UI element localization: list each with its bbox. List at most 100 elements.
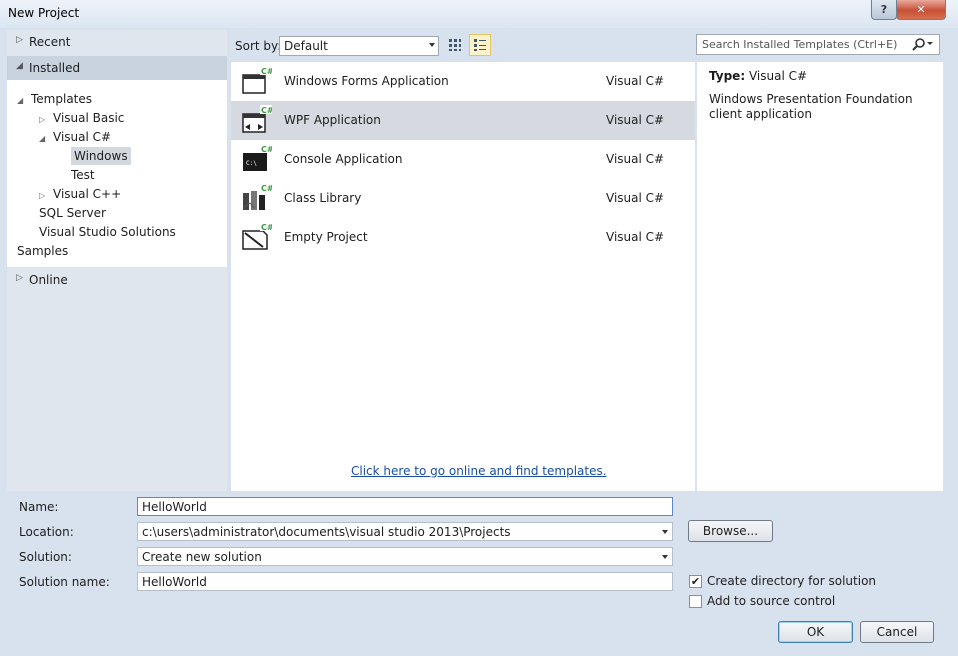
empty-project-icon: C# bbox=[242, 222, 272, 250]
expand-arrow-icon[interactable]: ▷ bbox=[39, 187, 47, 205]
sort-label: Sort by: bbox=[235, 39, 282, 53]
name-value: HelloWorld bbox=[142, 500, 207, 514]
expand-arrow-icon: ▷ bbox=[16, 35, 23, 45]
new-project-dialog: New Project ? ✕ ▷ Recent ◢ Installed ◢ Te… bbox=[0, 0, 958, 656]
installed-tree: ◢ Templates ▷ Visual Basic ◢ Visual C# Windows… bbox=[7, 80, 227, 267]
template-row[interactable]: C# Empty Project Visual C# bbox=[231, 218, 695, 257]
template-name: Console Application bbox=[284, 152, 403, 166]
template-language: Visual C# bbox=[606, 152, 665, 166]
type-label: Type: bbox=[709, 69, 746, 83]
class-library-icon: C# bbox=[243, 183, 272, 210]
solution-name-label: Solution name: bbox=[19, 575, 110, 589]
template-row[interactable]: C# Windows Forms Application Visual C# bbox=[231, 62, 695, 101]
tree-item[interactable]: Visual Studio Solutions bbox=[39, 223, 176, 241]
template-details-pane: Type: Visual C# Windows Presentation Fou… bbox=[697, 62, 943, 491]
nav-recent[interactable]: ▷ Recent bbox=[7, 30, 227, 54]
tree-item-label: Visual C++ bbox=[53, 187, 122, 201]
template-row[interactable]: C# Class Library Visual C# bbox=[231, 179, 695, 218]
solution-value: Create new solution bbox=[142, 550, 262, 564]
source-control-label: Add to source control bbox=[707, 594, 836, 608]
name-field[interactable]: HelloWorld bbox=[137, 497, 673, 516]
browse-button[interactable]: Browse... bbox=[688, 520, 773, 542]
ok-button[interactable]: OK bbox=[778, 621, 853, 643]
dropdown-arrow-icon bbox=[429, 43, 435, 47]
template-row[interactable]: C:\ C# Console Application Visual C# bbox=[231, 140, 695, 179]
nav-online-label: Online bbox=[29, 273, 68, 287]
nav-recent-label: Recent bbox=[29, 35, 71, 49]
tree-item-label: Test bbox=[71, 168, 95, 182]
help-button[interactable]: ? bbox=[871, 0, 897, 20]
template-type: Type: Visual C# bbox=[709, 69, 807, 83]
tree-item[interactable]: ▷ Visual Basic bbox=[39, 109, 124, 127]
collapse-arrow-icon[interactable]: ◢ bbox=[17, 92, 25, 110]
tree-item[interactable]: Windows bbox=[71, 147, 131, 165]
tree-item[interactable]: Samples bbox=[17, 242, 68, 260]
location-value: c:\users\administrator\documents\visual … bbox=[142, 525, 511, 539]
sort-dropdown[interactable]: Default bbox=[279, 36, 439, 56]
tree-item[interactable]: Test bbox=[71, 166, 95, 184]
template-name: Class Library bbox=[284, 191, 362, 205]
dropdown-arrow-icon bbox=[662, 530, 668, 534]
cancel-button[interactable]: Cancel bbox=[860, 621, 934, 643]
type-value: Visual C# bbox=[748, 69, 808, 83]
source-control-checkbox[interactable] bbox=[689, 595, 702, 608]
tree-item[interactable]: ◢ Visual C# bbox=[39, 128, 111, 146]
tree-item-label: Templates bbox=[31, 92, 93, 106]
list-view-button[interactable] bbox=[469, 34, 491, 56]
tree-item[interactable]: SQL Server bbox=[39, 204, 106, 222]
tree-item-label: Samples bbox=[17, 244, 69, 258]
svg-text:C#: C# bbox=[261, 223, 272, 232]
sort-value: Default bbox=[284, 39, 328, 53]
location-label: Location: bbox=[19, 525, 74, 539]
solution-dropdown[interactable]: Create new solution bbox=[137, 547, 673, 566]
template-list: C# Windows Forms Application Visual C# C# WP… bbox=[231, 62, 695, 491]
grid-view-icon bbox=[449, 39, 461, 51]
tree-item-label: Visual C# bbox=[53, 130, 112, 144]
solution-name-field[interactable]: HelloWorld bbox=[137, 572, 673, 591]
tree-item[interactable]: ◢ Templates bbox=[17, 90, 92, 108]
template-language: Visual C# bbox=[606, 74, 665, 88]
solution-name-value: HelloWorld bbox=[142, 575, 207, 589]
svg-text:C:\: C:\ bbox=[246, 160, 257, 167]
search-placeholder: Search Installed Templates (Ctrl+E) bbox=[702, 38, 898, 51]
template-name: Windows Forms Application bbox=[284, 74, 449, 88]
search-templates-input[interactable]: Search Installed Templates (Ctrl+E) bbox=[696, 34, 940, 55]
tree-item[interactable]: ▷ Visual C++ bbox=[39, 185, 121, 203]
template-name: WPF Application bbox=[284, 113, 381, 127]
create-directory-label: Create directory for solution bbox=[707, 574, 877, 588]
title-bar: New Project ? ✕ bbox=[0, 0, 958, 28]
template-description: Windows Presentation Foundation client a… bbox=[709, 92, 913, 121]
wpf-icon: C# bbox=[242, 105, 272, 133]
search-icon bbox=[912, 38, 933, 51]
tree-item-label: Visual Basic bbox=[53, 111, 125, 125]
nav-installed[interactable]: ◢ Installed bbox=[7, 56, 227, 80]
tree-item-label: Visual Studio Solutions bbox=[39, 225, 176, 239]
template-language: Visual C# bbox=[606, 191, 665, 205]
close-button[interactable]: ✕ bbox=[896, 0, 946, 20]
expand-arrow-icon: ▷ bbox=[16, 273, 23, 283]
template-name: Empty Project bbox=[284, 230, 368, 244]
tree-item-label: SQL Server bbox=[39, 206, 106, 220]
template-row[interactable]: C# WPF Application Visual C# bbox=[231, 101, 695, 140]
template-navigation: ▷ Recent ◢ Installed ◢ Templates ▷ Visual B… bbox=[7, 30, 227, 491]
template-language: Visual C# bbox=[606, 113, 665, 127]
online-templates-link[interactable]: Click here to go online and find templat… bbox=[351, 464, 607, 478]
list-view-icon bbox=[474, 39, 486, 51]
sort-bar: Sort by: Default bbox=[231, 30, 695, 60]
tree-item-label: Windows bbox=[74, 149, 128, 163]
name-label: Name: bbox=[19, 500, 59, 514]
nav-online[interactable]: ▷ Online bbox=[7, 268, 227, 292]
window-title: New Project bbox=[8, 6, 80, 20]
collapse-arrow-icon[interactable]: ◢ bbox=[39, 130, 47, 148]
console-icon: C:\ C# bbox=[243, 144, 272, 171]
solution-label: Solution: bbox=[19, 550, 72, 564]
svg-text:C#: C# bbox=[261, 67, 272, 76]
windows-forms-icon: C# bbox=[242, 66, 272, 94]
dropdown-arrow-icon bbox=[662, 555, 668, 559]
create-directory-checkbox[interactable]: ✔ bbox=[689, 575, 702, 588]
expand-arrow-icon[interactable]: ▷ bbox=[39, 111, 47, 129]
small-icons-view-button[interactable] bbox=[444, 34, 466, 56]
svg-text:C#: C# bbox=[261, 184, 272, 193]
location-combobox[interactable]: c:\users\administrator\documents\visual … bbox=[137, 522, 673, 541]
svg-text:C#: C# bbox=[261, 106, 272, 115]
